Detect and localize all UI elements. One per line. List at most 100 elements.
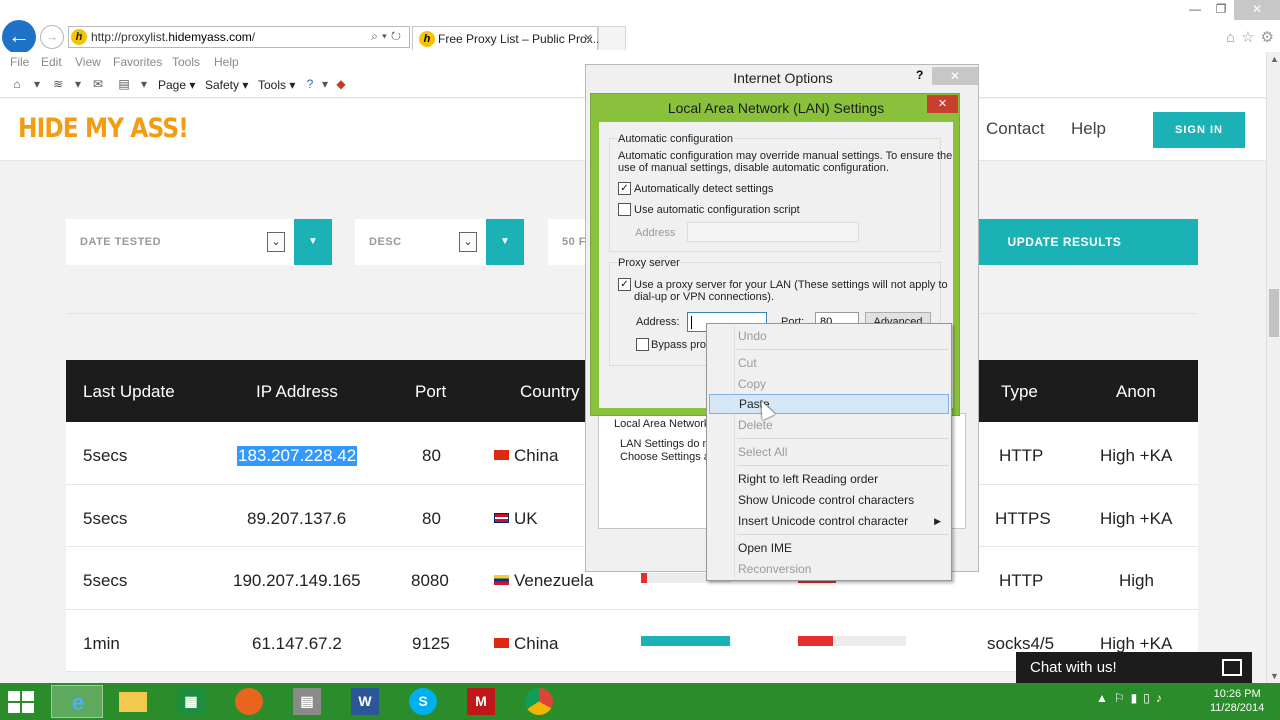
menu-item-copy[interactable]: Copy [709,374,949,394]
close-icon[interactable]: ✕ [927,95,958,113]
scroll-up-icon[interactable]: ▲ [1270,54,1279,64]
scrollbar-thumb[interactable] [1269,289,1279,337]
chat-window-icon[interactable] [1222,659,1242,676]
auto-detect-label[interactable]: Automatically detect settings [634,183,773,195]
minimize-icon[interactable]: — [1182,0,1208,20]
app-icon: ▤ [293,688,321,715]
col-last-update[interactable]: Last Update [83,382,175,402]
taskbar-internet-explorer[interactable]: e [51,685,103,718]
taskbar-mcafee[interactable]: M [455,685,507,718]
cell-ip-address[interactable]: 183.207.228.42 [237,446,358,466]
menu-item-open-ime[interactable]: Open IME [709,538,949,558]
search-refresh-icons[interactable]: ⌕▾↻ [371,29,405,44]
use-proxy-label[interactable]: Use a proxy server for your LAN (These s… [634,279,948,303]
menu-file[interactable]: File [10,55,29,69]
taskbar-firefox[interactable] [223,685,275,718]
help-icon[interactable]: ? [916,68,923,82]
address-url[interactable]: http://proxylist.hidemyass.com/ [91,30,255,44]
col-ip-address[interactable]: IP Address [256,382,338,402]
nav-contact[interactable]: Contact [986,119,1045,139]
home-icon[interactable]: ⌂ [10,77,24,91]
cell-anon: High +KA [1100,633,1173,653]
bypass-checkbox[interactable] [636,338,649,351]
tools-menu[interactable]: Tools ▾ [258,78,295,92]
col-country[interactable]: Country [520,382,580,402]
menu-tools[interactable]: Tools [172,55,200,69]
window-close-icon[interactable]: ✕ [1234,0,1280,20]
cell-last-update: 1min [83,633,120,653]
windows-start-icon[interactable] [8,691,34,713]
auto-script-checkbox[interactable] [618,203,631,216]
back-arrow-icon[interactable]: ← [2,20,36,54]
sort-by-filter[interactable]: DATE TESTED ⌄ ▼ [66,219,332,265]
system-tray-icons[interactable]: ▲⚐▮▯♪ [1096,691,1168,705]
menu-item-insert-unicode[interactable]: Insert Unicode control character ▶ [709,511,949,531]
taskbar-app[interactable]: ▤ [281,685,333,718]
chat-widget[interactable]: Chat with us! [1016,652,1252,683]
chevron-down-icon[interactable]: ⌄ [459,232,477,252]
use-proxy-checkbox[interactable]: ✓ [618,278,631,291]
cell-ip-address[interactable]: 190.207.149.165 [233,571,361,591]
taskbar-clock[interactable]: 10:26 PM 11/28/2014 [1210,687,1264,715]
home-favorites-settings-icons[interactable]: ⌂☆⚙ [1226,28,1280,46]
menu-favorites[interactable]: Favorites [113,55,162,69]
sort-by-toggle[interactable]: ▼ [294,219,332,265]
addon-icon[interactable]: ◆ [334,77,348,91]
browser-tab[interactable]: h Free Proxy List – Public Prox... ✕ [412,26,603,50]
menu-item-rtl-reading[interactable]: Right to left Reading order [709,469,949,489]
help-icon[interactable]: ? [303,77,317,91]
tab-title: Free Proxy List – Public Prox... [438,32,603,46]
menu-help[interactable]: Help [214,55,239,69]
menu-item-undo[interactable]: Undo [709,326,949,346]
col-anon[interactable]: Anon [1116,382,1156,402]
tab-close-icon[interactable]: ✕ [583,31,593,45]
new-tab-button[interactable] [598,26,626,50]
dropdown-icon[interactable]: ▾ [137,77,151,91]
lan-desc-line: LAN Settings do no [620,438,715,450]
feeds-icon[interactable]: ≋ [51,77,65,91]
address-bar[interactable]: h http://proxylist.hidemyass.com/ ⌕▾↻ [68,26,410,48]
sign-in-button[interactable]: SIGN IN [1153,112,1245,148]
order-toggle[interactable]: ▼ [486,219,524,265]
forward-arrow-icon[interactable]: → [40,25,64,49]
cell-country: China [514,446,559,465]
menu-edit[interactable]: Edit [41,55,62,69]
chevron-down-icon[interactable]: ⌄ [267,232,285,252]
taskbar-word[interactable]: W [339,685,391,718]
cell-ip-address[interactable]: 89.207.137.6 [247,509,346,529]
taskbar-file-explorer[interactable] [107,685,159,718]
site-logo[interactable]: HIDE MY ASS! [18,113,189,144]
menu-item-reconversion[interactable]: Reconversion [709,559,949,579]
nav-help[interactable]: Help [1071,119,1106,139]
auto-script-label[interactable]: Use automatic configuration script [634,204,800,216]
taskbar-skype[interactable]: S [397,685,449,718]
col-port[interactable]: Port [415,382,446,402]
dropdown-icon[interactable]: ▾ [30,77,44,91]
group-title: Proxy server [617,257,681,269]
taskbar-store[interactable]: ▦ [165,685,217,718]
col-type[interactable]: Type [1001,382,1038,402]
scroll-down-icon[interactable]: ▼ [1270,671,1279,681]
bypass-label[interactable]: Bypass prox [651,339,712,351]
menu-item-select-all[interactable]: Select All [709,442,949,462]
uk-flag-icon [494,512,509,523]
page-scrollbar[interactable]: ▲ ▼ [1266,52,1280,683]
menu-item-delete[interactable]: Delete [709,415,949,435]
menu-item-cut[interactable]: Cut [709,353,949,373]
close-icon[interactable]: ✕ [932,67,978,85]
auto-detect-checkbox[interactable]: ✓ [618,182,631,195]
safety-menu[interactable]: Safety ▾ [205,78,248,92]
order-filter[interactable]: DESC ⌄ ▼ [355,219,524,265]
print-icon[interactable]: ▤ [117,77,131,91]
menu-item-show-unicode[interactable]: Show Unicode control characters [709,490,949,510]
cell-ip-address[interactable]: 61.147.67.2 [252,634,342,654]
menu-item-paste[interactable]: Paste [709,394,949,414]
dropdown-icon[interactable]: ▾ [318,77,332,91]
maximize-icon[interactable]: ❐ [1208,0,1234,20]
dropdown-icon[interactable]: ▾ [71,77,85,91]
page-menu[interactable]: Page ▾ [158,78,195,92]
taskbar-chrome[interactable] [513,685,565,718]
menu-view[interactable]: View [75,55,101,69]
mail-icon[interactable]: ✉ [91,77,105,91]
order-value: DESC [369,236,402,248]
